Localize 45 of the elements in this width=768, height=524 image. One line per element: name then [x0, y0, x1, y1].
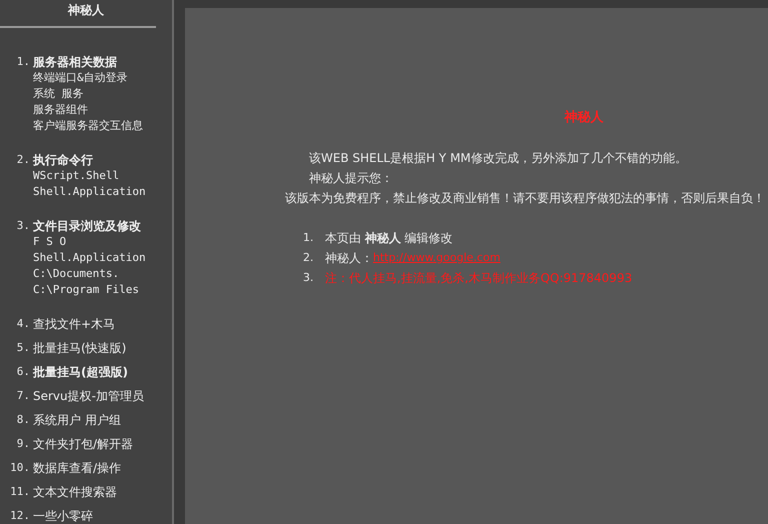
notice-text: 神秘人提示您： — [308, 170, 394, 187]
menu-number: 5. — [16, 340, 31, 356]
sidebar-title: 神秘人 — [66, 2, 105, 19]
menu-subitem[interactable]: WScript.Shell — [33, 168, 120, 184]
menu-subitem[interactable]: C:\Program Files — [33, 282, 139, 298]
warning-text: 注：代人挂马,挂流量,免杀,木马制作业务QQ:917840993 — [325, 270, 632, 287]
menu-subitem[interactable]: 系统 服务 — [33, 86, 84, 102]
menu-item[interactable]: 文本文件搜索器 — [33, 484, 117, 500]
menu-number: 2. — [16, 152, 31, 168]
menu-number: 11. — [9, 484, 31, 500]
notice-text: 该WEB SHELL是根据H Y MM修改完成，另外添加了几个不错的功能。 — [308, 150, 688, 167]
menu-subitem[interactable]: 终端端口&自动登录 — [33, 70, 128, 86]
menu-subitem[interactable]: 服务器组件 — [33, 102, 88, 118]
page-title: 神秘人 — [563, 109, 604, 126]
menu-subitem[interactable]: 客户端服务器交互信息 — [33, 118, 143, 134]
menu-number: 7. — [16, 388, 31, 404]
list-number: 2. — [303, 250, 314, 266]
menu-item[interactable]: 服务器相关数据 — [33, 54, 117, 70]
menu-subitem[interactable]: C:\Documents. — [33, 266, 120, 282]
menu-number: 10. — [9, 460, 31, 476]
note-text: 本页由 神秘人 编辑修改 — [325, 230, 453, 247]
menu-subitem[interactable]: F S O — [33, 234, 66, 250]
menu-number: 8. — [16, 412, 31, 428]
menu-number: 6. — [16, 364, 31, 380]
menu-number: 9. — [16, 436, 31, 452]
menu-item[interactable]: 文件夹打包/解开器 — [33, 436, 134, 452]
menu-subitem[interactable]: Shell.Application — [33, 184, 146, 200]
menu-item[interactable]: 文件目录浏览及修改 — [33, 218, 141, 234]
menu-item[interactable]: 批量挂马(快速版) — [33, 340, 126, 356]
list-number: 3. — [303, 270, 314, 286]
notice-text: 该版本为免费程序，禁止修改及商业销售！请不要用该程序做犯法的事情，否则后果自负！ — [284, 190, 766, 207]
list-number: 1. — [303, 230, 314, 246]
menu-item[interactable]: 数据库查看/操作 — [33, 460, 122, 476]
menu-item[interactable]: 执行命令行 — [33, 152, 93, 168]
menu-item[interactable]: 系统用户 用户组 — [33, 412, 121, 428]
menu-item[interactable]: Servu提权-加管理员 — [33, 388, 144, 404]
menu-item[interactable]: 查找文件+木马 — [33, 316, 116, 332]
menu-subitem[interactable]: Shell.Application — [33, 250, 146, 266]
menu-number: 12. — [9, 508, 31, 524]
menu-number: 3. — [16, 218, 31, 234]
menu-item[interactable]: 批量挂马(超强版) — [33, 364, 128, 380]
menu-number: 1. — [16, 54, 31, 70]
menu-item[interactable]: 一些小零碎 — [33, 508, 93, 524]
note-label: 神秘人： — [325, 250, 373, 267]
menu-number: 4. — [16, 316, 31, 332]
